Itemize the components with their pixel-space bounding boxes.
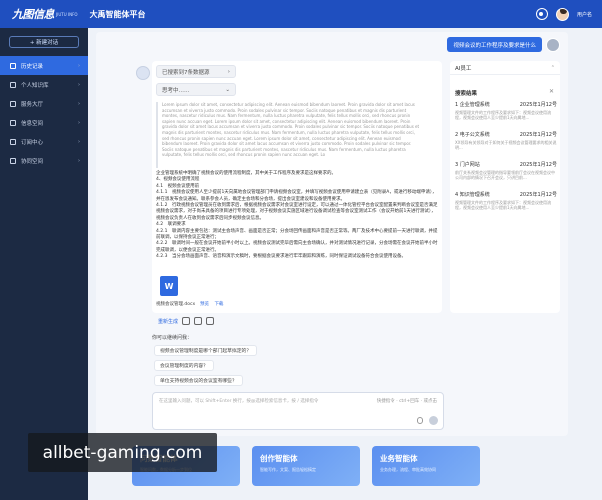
sidebar-item-label: 订阅中心 (21, 139, 44, 146)
result-date: 2025年1月12号 (519, 102, 557, 108)
answer-text: 企业管理系统中明确了视频会议的使用流程制度，其中关于工作程序及要求是这样要求的。… (156, 171, 438, 261)
suggestion-item[interactable]: 视频会议管理制度是哪个部门起草拟定的？ (154, 345, 258, 356)
sidebar: + 新建对话 历史记录 › 个人知识库 › 服务大厅 › 信息空间 › 订阅中心… (0, 28, 88, 500)
panel-header[interactable]: AI员工 ⌃ (450, 61, 560, 75)
sidebar-item-label: 协同空间 (21, 158, 44, 165)
user-message: 视频会议的工作程序及要求是什么 (447, 37, 542, 52)
username[interactable]: 用户名 (577, 11, 592, 18)
send-button[interactable] (429, 416, 438, 425)
word-file-icon[interactable]: W (160, 276, 178, 296)
result-date: 2025年1月12号 (519, 192, 557, 198)
result-date: 2025年1月12号 (519, 162, 557, 168)
sidebar-item-label: 历史记录 (21, 63, 44, 70)
result-desc: 视频管理文件的工作程序及要求如下：视频会议使用流程，视频会议使用人至少提前1天向… (455, 200, 551, 211)
watermark: allbet-gaming.com (28, 433, 217, 472)
close-icon[interactable]: ✕ (549, 88, 554, 95)
chevron-right-icon: › (78, 81, 80, 88)
result-desc: XX领导有关领导对于如何关于视频会议管理要求的相关说明... (455, 140, 557, 151)
agent-card-writing[interactable]: 创作智能体 智能写作，文案、报告轻松搞定 (252, 446, 360, 486)
chevron-right-icon: › (78, 100, 80, 107)
collab-icon (10, 157, 16, 164)
chevron-down-icon: ⌄ (225, 86, 230, 93)
card-title: 创作智能体 (260, 454, 298, 463)
logo: 九图信息 (12, 8, 55, 21)
result-item[interactable]: 4 知识管理系统 2025年1月12号 视频管理文件的工作程序及要求如下：视频会议… (455, 191, 557, 211)
suggest-title: 你可以继续问我： (152, 335, 193, 341)
new-chat-button[interactable]: + 新建对话 (9, 36, 79, 48)
chevron-up-icon: ⌃ (550, 64, 555, 71)
thumbs-up-icon[interactable] (182, 317, 191, 325)
sidebar-item-subscribe[interactable]: 订阅中心 › (0, 132, 88, 151)
bot-answer: 已搜索到7条数据源 › 思考中…… ⌄ Lorem ipsum dolor si… (152, 61, 442, 313)
user-avatar-small (546, 38, 560, 52)
result-source: 3 门户网站 (455, 162, 480, 168)
card-title: 业务智能体 (380, 454, 418, 463)
attachment-icon[interactable] (417, 417, 423, 424)
input-placeholder: 在这里输入问题，可以 Shift+Enter 换行，按@选择检索信息卡，按 / … (159, 399, 319, 404)
card-subtitle: 业务办理，流程、审批高效协同 (380, 467, 436, 472)
sidebar-item-collab[interactable]: 协同空间 › (0, 151, 88, 170)
thinking-text: Lorem ipsum dolor sit amet, consectetur … (156, 102, 422, 168)
bot-avatar (136, 66, 150, 80)
sidebar-item-label: 信息空间 (21, 120, 44, 127)
download-link[interactable]: 下载 (214, 302, 223, 307)
file-name: 视频会议管理.docx (156, 302, 196, 307)
result-item[interactable]: 2 电子公文系统 2025年1月12号 XX领导有关领导对于如何关于视频会议管理要… (455, 131, 557, 151)
chat-input[interactable]: 在这里输入问题，可以 Shift+Enter 换行，按@选择检索信息卡，按 / … (152, 392, 444, 430)
chevron-right-icon: › (78, 157, 80, 164)
search-status-pill[interactable]: 已搜索到7条数据源 › (156, 65, 236, 78)
chevron-right-icon: › (227, 68, 230, 75)
sidebar-item-label: 个人知识库 (21, 82, 49, 89)
settings-gear-icon[interactable] (535, 8, 548, 20)
chevron-right-icon: › (78, 62, 80, 69)
book-icon (10, 81, 16, 88)
results-title: 搜索结果 (455, 91, 478, 97)
logo-subtitle: JIUTU INFO (56, 11, 78, 17)
result-item[interactable]: 3 门户网站 2025年1月12号 前厅关系视频会议管理的指导要领前厅会议在视频会… (455, 161, 557, 181)
answer-actions: 重新生成 (158, 317, 215, 325)
preview-link[interactable]: 预览 (200, 302, 209, 307)
result-source: 4 知识管理系统 (455, 192, 490, 198)
sidebar-item-label: 服务大厅 (21, 101, 44, 108)
suggestion-item[interactable]: 单位支持视频会议的会议室有哪些？ (154, 375, 243, 386)
info-icon (10, 119, 16, 126)
sidebar-item-info[interactable]: 信息空间 › (0, 113, 88, 132)
regenerate-button[interactable]: 重新生成 (158, 318, 178, 325)
result-item[interactable]: 1 企业管理系统 2025年1月12号 视频管理文件的工作程序及要求如下：视频会议… (455, 101, 557, 121)
result-desc: 视频管理文件的工作程序及要求如下：视频会议使用流程，视频会议使用人至少提前1天向… (455, 110, 551, 121)
sidebar-item-service[interactable]: 服务大厅 › (0, 94, 88, 113)
agent-card-business[interactable]: 业务智能体 业务办理，流程、审批高效协同 (372, 446, 480, 486)
answer-line: 4.1.1 视频会议使用人至少提前1天向属地会议管理部门申请视频会议室，并填写视… (156, 190, 437, 202)
history-icon (10, 62, 16, 69)
file-links: 预览 下载 (200, 301, 223, 307)
input-hint: 快捷指令 · ctrl+回车 · 或点击 (376, 399, 437, 404)
user-avatar[interactable] (555, 7, 569, 21)
subscribe-icon (10, 138, 16, 145)
chat-area: 视频会议的工作程序及要求是什么 已搜索到7条数据源 › 思考中…… ⌄ Lore… (96, 32, 568, 436)
result-source: 1 企业管理系统 (455, 102, 490, 108)
sidebar-item-knowledge[interactable]: 个人知识库 › (0, 75, 88, 94)
card-subtitle: 智能写作，文案、报告轻松搞定 (260, 467, 316, 472)
result-desc: 前厅关系视频会议管理的指导要领前厅会议在视频会议中公司内部的情况下召开会议，只讲… (455, 170, 555, 181)
answer-line: 4.2.2 联调时间一般在会议开始前半小时以上。视频会议测试完毕后需向主会场确认… (156, 241, 438, 253)
answer-line: 4.2.1 联调内容主要包括：测试主会场声音、画面是否正常；分会场回传画面和声音… (156, 228, 438, 241)
suggestion-item[interactable]: 会议管理制度的内容？ (154, 360, 214, 371)
search-results-panel: AI员工 ⌃ 搜索结果 ✕ 1 企业管理系统 2025年1月12号 视频管理文件的… (450, 61, 560, 313)
chevron-right-icon: › (78, 138, 80, 145)
copy-icon[interactable] (206, 317, 215, 325)
thumbs-down-icon[interactable] (194, 317, 203, 325)
result-date: 2025年1月12号 (519, 132, 557, 138)
result-source: 2 电子公文系统 (455, 132, 490, 138)
chevron-right-icon: › (78, 119, 80, 126)
answer-line: 4.2.3 当分会场画面声音、语音和演示文稿时，要根据会议要求进行牢牢跟踪和演练… (156, 254, 406, 260)
top-bar: 九图信息 JIUTU INFO 大禹智能体平台 用户名 (0, 0, 602, 28)
app-title: 大禹智能体平台 (89, 9, 146, 19)
panel-tab: AI员工 (455, 65, 472, 72)
thinking-status-pill[interactable]: 思考中…… ⌄ (156, 83, 236, 96)
service-icon (10, 100, 16, 107)
sidebar-item-history[interactable]: 历史记录 › (0, 56, 88, 75)
answer-line: 4.1.2 行政视频会议管理员在收到需求后，根据视频会议需求对会议室进行设定，可… (156, 203, 438, 221)
